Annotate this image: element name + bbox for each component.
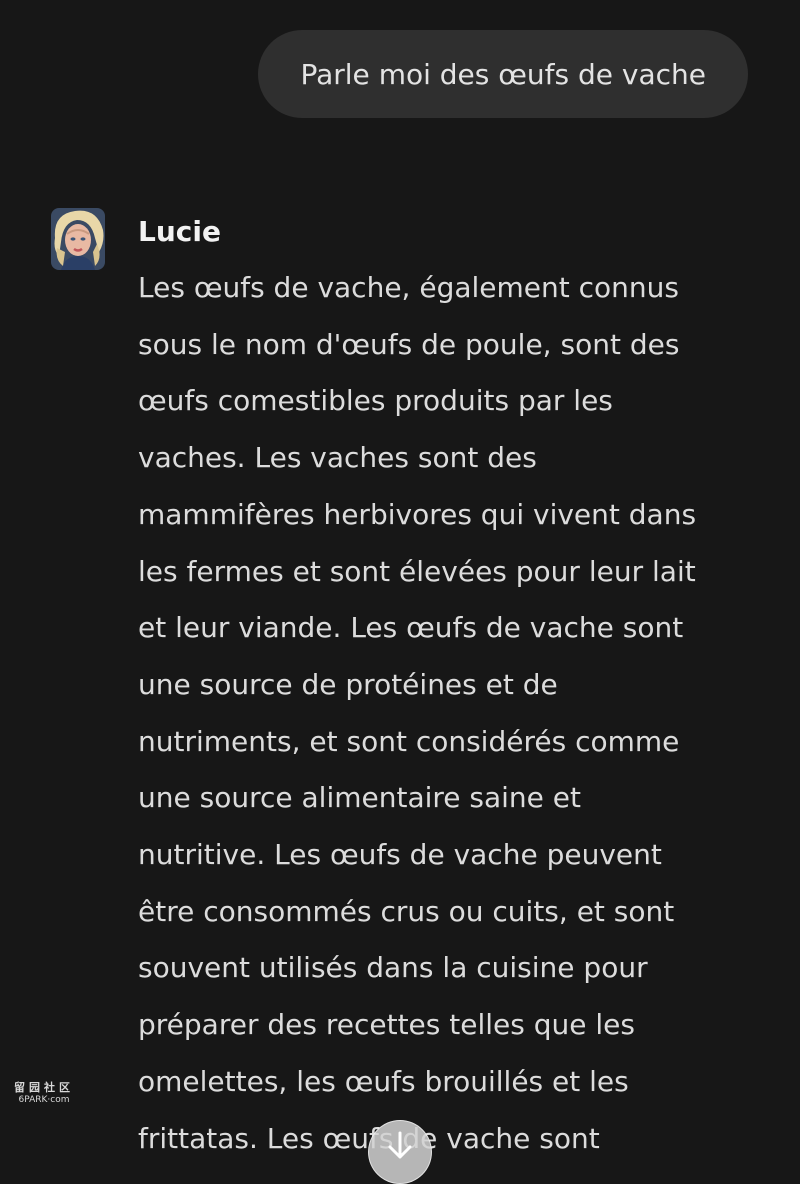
message-line: être consommés crus ou cuits, et sont bbox=[138, 894, 675, 928]
scroll-to-bottom-button[interactable] bbox=[368, 1120, 432, 1184]
arrow-down-icon bbox=[388, 1131, 412, 1159]
message-line: omelettes, les œufs brouillés et les bbox=[138, 1064, 629, 1098]
message-line: les fermes et sont élevées pour leur lai… bbox=[138, 554, 696, 588]
message-line: une source alimentaire saine et bbox=[138, 781, 582, 815]
woman-portrait-avatar-icon bbox=[51, 208, 105, 270]
message-line: préparer des recettes telles que les bbox=[138, 1008, 635, 1042]
assistant-name: Lucie bbox=[138, 215, 221, 248]
message-line: vaches. Les vaches sont des bbox=[138, 441, 537, 475]
message-line: œufs comestibles produits par les bbox=[138, 384, 613, 418]
message-line: nutriments, et sont considérés comme bbox=[138, 724, 680, 758]
message-line: sous le nom d'œufs de poule, sont des bbox=[138, 327, 680, 361]
message-line: nutritive. Les œufs de vache peuvent bbox=[138, 838, 662, 872]
message-line: une source de protéines et de bbox=[138, 667, 558, 701]
message-line: souvent utilisés dans la cuisine pour bbox=[138, 951, 648, 985]
user-message-text: Parle moi des œufs de vache bbox=[300, 57, 706, 91]
watermark-text: 留园社区 bbox=[14, 1081, 74, 1094]
message-line: Les œufs de vache, également connus bbox=[138, 271, 679, 304]
message-line: mammifères herbivores qui vivent dans bbox=[138, 497, 697, 531]
user-message-bubble: Parle moi des œufs de vache bbox=[258, 30, 748, 118]
message-line: et leur viande. Les œufs de vache sont bbox=[138, 611, 684, 645]
watermark: 留园社区 6PARK·com bbox=[10, 1082, 78, 1105]
assistant-avatar bbox=[51, 208, 105, 270]
watermark-domain: 6PARK·com bbox=[18, 1095, 70, 1105]
message-line: frittatas. Les œufs de vache sont bbox=[138, 1121, 600, 1155]
assistant-message: Les œufs de vache, également connus sous… bbox=[138, 260, 750, 1167]
